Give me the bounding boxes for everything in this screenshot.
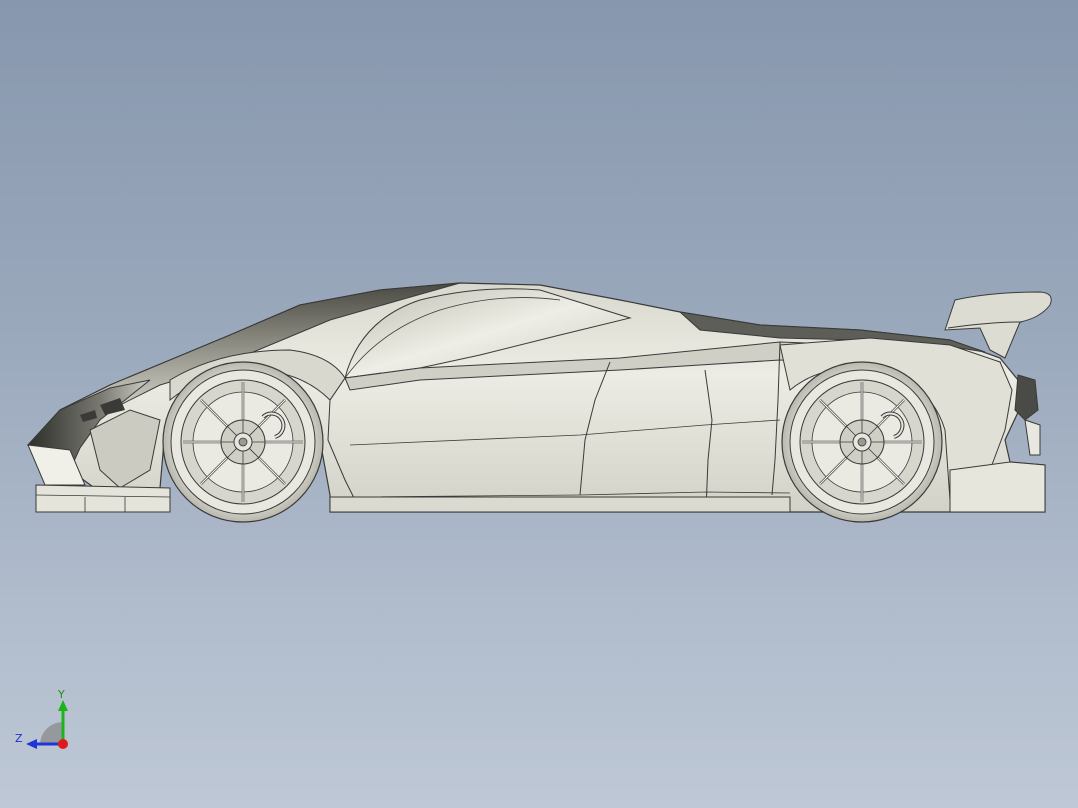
- rear-wheel: [781, 361, 943, 523]
- front-wheel: [162, 361, 324, 523]
- car-model[interactable]: [0, 0, 1078, 808]
- 3d-viewport[interactable]: Y Z: [0, 0, 1078, 808]
- x-axis-icon: [58, 739, 68, 749]
- z-axis-arrow-icon: [26, 739, 37, 749]
- y-axis-label: Y: [58, 688, 65, 701]
- z-axis-label: Z: [15, 732, 23, 745]
- y-axis-arrow-icon: [58, 700, 68, 711]
